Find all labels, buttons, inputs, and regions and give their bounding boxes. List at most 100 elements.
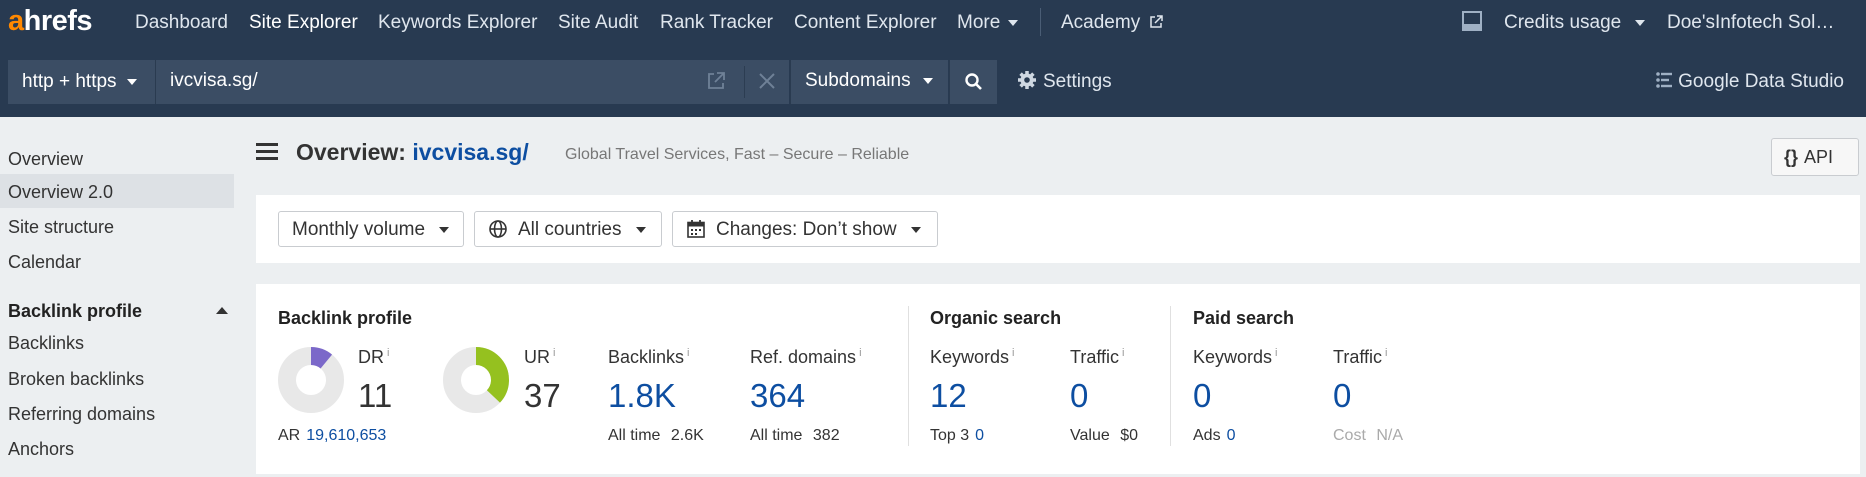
- sidebar-item-referring-domains[interactable]: Referring domains: [0, 396, 234, 430]
- chevron-up-icon: [216, 307, 228, 314]
- paid-traffic-label: Traffic i: [1333, 347, 1387, 368]
- paid-ads-value[interactable]: 0: [1227, 427, 1236, 444]
- backlink-profile-title: Backlink profile: [278, 308, 413, 328]
- notifications-inbox-icon[interactable]: [1461, 10, 1483, 32]
- backlinks-all-time: All time 2.6K: [608, 427, 704, 445]
- paid-keywords-value[interactable]: 0: [1193, 377, 1211, 415]
- data-studio-icon: [1656, 72, 1673, 88]
- dr-value: 11: [358, 377, 393, 414]
- organic-search-title: Organic search: [930, 308, 1062, 328]
- mode-select[interactable]: Subdomains: [790, 60, 948, 104]
- chevron-down-icon: [1008, 19, 1019, 26]
- backlinks-label: Backlinks i: [608, 347, 689, 368]
- paid-keywords-label: Keywords i: [1193, 347, 1277, 368]
- url-divider: [744, 66, 745, 98]
- protocol-select[interactable]: http + https: [8, 60, 156, 104]
- ar-row: AR 19,610,653: [278, 427, 386, 445]
- settings-button[interactable]: Settings: [1017, 70, 1112, 93]
- organic-top3-value[interactable]: 0: [975, 427, 984, 444]
- chevron-down-icon: [922, 77, 933, 84]
- backlinks-label-text: Backlinks: [608, 347, 685, 367]
- info-icon[interactable]: i: [1012, 347, 1014, 359]
- sidebar-item-anchors[interactable]: Anchors: [0, 431, 234, 465]
- account-menu[interactable]: Doe'sInfotech Sol…: [1667, 12, 1834, 34]
- gear-icon: [1018, 71, 1036, 89]
- paid-traffic-label-text: Traffic: [1333, 347, 1383, 367]
- info-icon[interactable]: i: [553, 347, 555, 359]
- paid-cost-row: Cost N/A: [1333, 427, 1403, 445]
- info-icon[interactable]: i: [859, 347, 861, 359]
- section-divider: [1170, 306, 1171, 446]
- sidebar-section-backlink-profile[interactable]: Backlink profile: [8, 301, 228, 322]
- organic-traffic-label: Traffic i: [1070, 347, 1124, 368]
- top-navigation: ahrefs Dashboard Site Explorer Keywords …: [0, 0, 1866, 44]
- organic-traffic-value[interactable]: 0: [1070, 377, 1088, 415]
- paid-cost-value: N/A: [1376, 427, 1404, 444]
- info-icon[interactable]: i: [1275, 347, 1277, 359]
- ur-value: 37: [524, 377, 561, 414]
- nav-content-explorer[interactable]: Content Explorer: [794, 12, 937, 34]
- ref-domains-value[interactable]: 364: [750, 377, 805, 415]
- sidebar-item-calendar[interactable]: Calendar: [0, 244, 234, 278]
- credits-usage-menu[interactable]: Credits usage: [1504, 12, 1646, 34]
- ar-value[interactable]: 19,610,653: [306, 427, 386, 444]
- page-title: Overview: ivcvisa.sg/: [296, 139, 529, 166]
- calendar-icon: [687, 220, 705, 238]
- info-icon[interactable]: i: [387, 347, 389, 359]
- url-input-value: ivcvisa.sg/: [170, 70, 258, 91]
- nav-rank-tracker[interactable]: Rank Tracker: [660, 12, 773, 34]
- paid-keywords-label-text: Keywords: [1193, 347, 1273, 367]
- ur-donut-chart: [443, 347, 509, 413]
- paid-traffic-value[interactable]: 0: [1333, 377, 1351, 415]
- api-button[interactable]: {} API: [1771, 138, 1859, 176]
- dr-label-text: DR: [358, 347, 384, 367]
- backlinks-value[interactable]: 1.8K: [608, 377, 676, 415]
- sidebar: Overview Overview 2.0 Site structure Cal…: [0, 117, 236, 477]
- page-title-prefix: Overview:: [296, 139, 406, 165]
- info-icon[interactable]: i: [1122, 347, 1124, 359]
- country-filter-dropdown[interactable]: All countries: [474, 211, 662, 247]
- nav-keywords-explorer[interactable]: Keywords Explorer: [378, 12, 537, 34]
- ref-domains-all-time-value: 382: [812, 427, 840, 444]
- sidebar-item-overview[interactable]: Overview: [0, 141, 234, 175]
- volume-filter-dropdown[interactable]: Monthly volume: [278, 211, 464, 247]
- sidebar-item-site-structure[interactable]: Site structure: [0, 209, 234, 243]
- organic-value-row: Value $0: [1070, 427, 1138, 445]
- ahrefs-logo[interactable]: ahrefs: [8, 6, 93, 36]
- backlinks-all-time-value: 2.6K: [670, 427, 704, 444]
- api-label: API: [1804, 147, 1834, 167]
- organic-keywords-value[interactable]: 12: [930, 377, 967, 415]
- nav-more-menu[interactable]: More: [957, 12, 1019, 34]
- open-external-icon[interactable]: [704, 69, 728, 93]
- nav-site-audit[interactable]: Site Audit: [558, 12, 638, 34]
- nav-site-explorer[interactable]: Site Explorer: [249, 12, 358, 34]
- page-title-domain[interactable]: ivcvisa.sg/: [412, 139, 528, 165]
- chevron-down-icon: [910, 226, 921, 233]
- info-icon[interactable]: i: [687, 347, 689, 359]
- url-input[interactable]: ivcvisa.sg/: [156, 60, 789, 104]
- sidebar-item-overview-2[interactable]: Overview 2.0: [0, 174, 234, 208]
- chevron-down-icon: [439, 226, 450, 233]
- search-icon: [965, 73, 982, 90]
- sidebar-item-backlinks[interactable]: Backlinks: [0, 325, 234, 359]
- external-link-icon: [1150, 15, 1164, 28]
- paid-cost-label: Cost: [1333, 427, 1366, 444]
- close-icon[interactable]: [755, 69, 779, 93]
- search-button[interactable]: [949, 60, 997, 104]
- dr-label: DR i: [358, 347, 389, 368]
- search-bar: http + https ivcvisa.sg/ Subdomains Sett…: [0, 44, 1866, 117]
- gds-label: Google Data Studio: [1678, 71, 1844, 92]
- menu-icon[interactable]: [256, 143, 278, 161]
- changes-filter-dropdown[interactable]: Changes: Don’t show: [672, 211, 938, 247]
- nav-more-label: More: [957, 12, 1001, 33]
- paid-ads-row: Ads 0: [1193, 427, 1235, 445]
- google-data-studio-button[interactable]: Google Data Studio: [1654, 70, 1844, 93]
- paid-search-title: Paid search: [1193, 308, 1295, 328]
- nav-academy[interactable]: Academy: [1061, 12, 1164, 34]
- chevron-down-icon: [1635, 19, 1646, 26]
- volume-filter-label: Monthly volume: [292, 219, 426, 240]
- sidebar-item-broken-backlinks[interactable]: Broken backlinks: [0, 361, 234, 395]
- info-icon[interactable]: i: [1385, 347, 1387, 359]
- nav-dashboard[interactable]: Dashboard: [135, 12, 228, 34]
- organic-top3-label: Top 3: [930, 427, 970, 444]
